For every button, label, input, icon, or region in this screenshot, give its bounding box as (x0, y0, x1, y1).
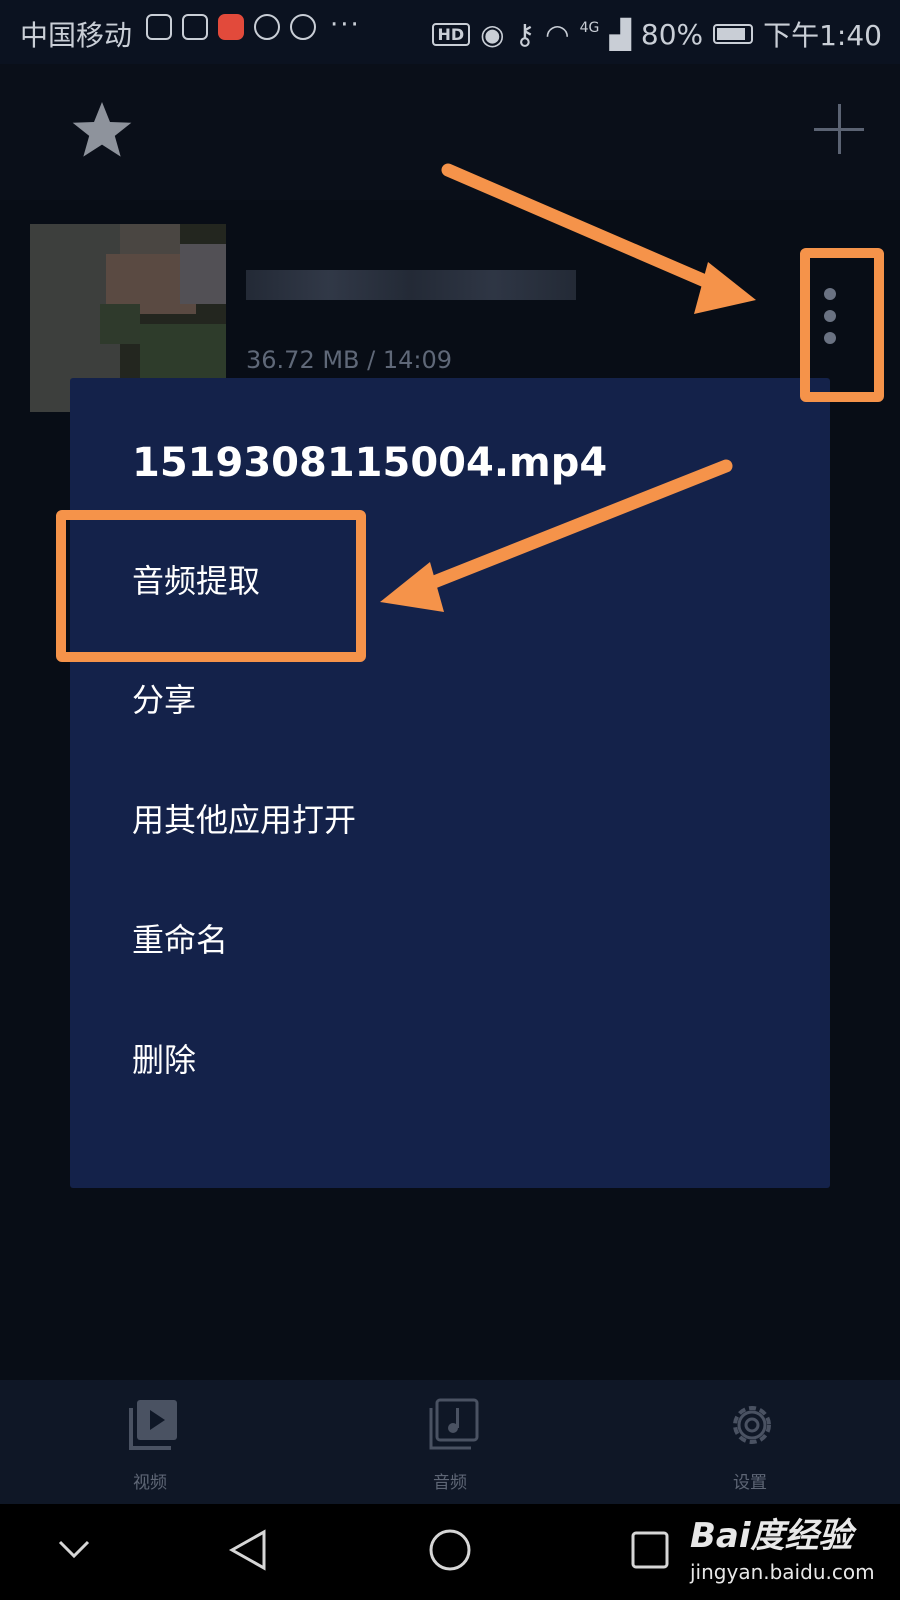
music-library-icon (429, 1398, 479, 1450)
weibo-icon (290, 14, 316, 40)
back-icon[interactable] (226, 1526, 270, 1574)
carrier-name: 中国移动 (20, 19, 133, 52)
video-app-icon (218, 14, 244, 40)
app-header (0, 64, 900, 200)
status-indicators: HD ◉ ⚷ ◠ 4G ▟ 80% 下午1:40 (431, 14, 882, 54)
watermark-brand: Bai度经验 (690, 1516, 853, 1556)
watermark-site: jingyan.baidu.com (690, 1560, 875, 1584)
notification-icons (146, 14, 316, 40)
activity-icon (146, 14, 172, 40)
tab-audio-label: 音频 (433, 1473, 467, 1493)
wifi-icon: ◠ (545, 17, 570, 51)
status-bar: 中国移动 ··· HD ◉ ⚷ ◠ 4G ▟ 80% 下午1:40 (0, 0, 900, 64)
dialog-title: 1519308115004.mp4 (132, 440, 608, 486)
bottom-navigation: 视频 音频 设置 (0, 1380, 900, 1504)
tab-settings[interactable]: 设置 (675, 1380, 825, 1504)
menu-item-open-with[interactable]: 用其他应用打开 (132, 790, 772, 850)
link-icon (182, 14, 208, 40)
tab-settings-label: 设置 (733, 1473, 767, 1493)
menu-item-delete[interactable]: 删除 (132, 1030, 772, 1090)
hd-badge: HD (431, 22, 471, 46)
annotation-box-extract (56, 510, 366, 662)
battery-percent: 80% (640, 17, 704, 51)
signal-icon: ▟ (609, 17, 631, 51)
watermark-logo: Bai度经验 jingyan.baidu.com (690, 1508, 890, 1594)
key-icon: ⚷ (514, 17, 536, 51)
network-type: 4G (579, 20, 600, 36)
more-notifications-icon: ··· (330, 10, 361, 40)
annotation-box-more (800, 248, 884, 402)
file-options-dialog: 1519308115004.mp4 音频提取 分享 用其他应用打开 重命名 删除 (70, 378, 830, 1188)
battery-icon (713, 24, 754, 44)
home-icon[interactable] (428, 1526, 472, 1574)
star-icon[interactable] (70, 98, 134, 162)
video-library-icon (129, 1400, 177, 1450)
file-size-duration: 36.72 MB / 14:09 (246, 346, 453, 374)
menu-item-rename[interactable]: 重命名 (132, 910, 772, 970)
eye-icon: ◉ (480, 17, 505, 51)
filename-blurred[interactable] (246, 270, 576, 300)
chevron-down-icon[interactable] (54, 1534, 94, 1564)
menu-item-share[interactable]: 分享 (132, 670, 772, 730)
tab-video-label: 视频 (133, 1473, 167, 1493)
tab-audio[interactable]: 音频 (375, 1380, 525, 1504)
clock: 下午1:40 (763, 19, 882, 52)
gear-icon (733, 1406, 771, 1444)
recents-icon[interactable] (628, 1528, 672, 1572)
check-icon (254, 14, 280, 40)
tab-video[interactable]: 视频 (75, 1380, 225, 1504)
plus-icon[interactable] (814, 104, 864, 154)
